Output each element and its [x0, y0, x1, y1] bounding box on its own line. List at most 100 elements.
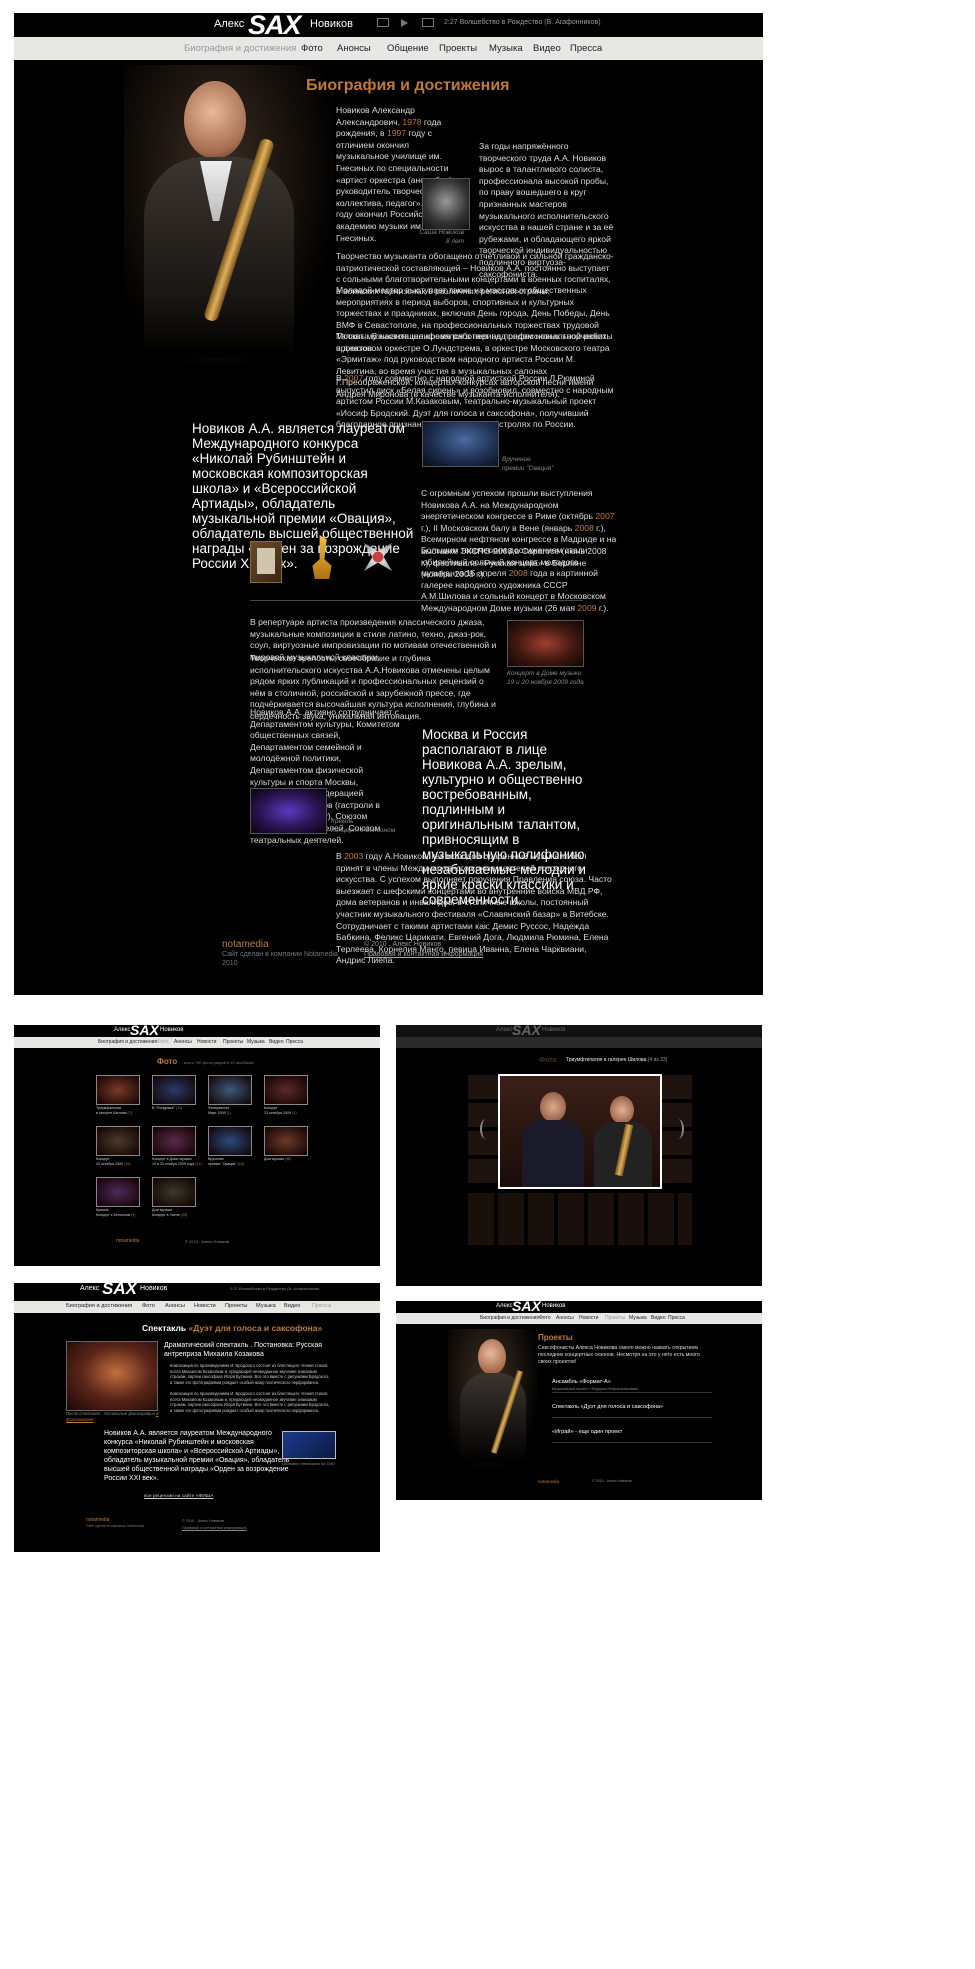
footer-legal-link[interactable]: Правовая и контактная информация [364, 951, 483, 958]
gallery-next-icon[interactable] [672, 1119, 684, 1139]
year-link[interactable]: 2007 [595, 511, 614, 521]
nav-music[interactable]: Музыка [247, 1039, 265, 1045]
album-thumbnail[interactable] [96, 1126, 140, 1156]
nav-photo[interactable]: Фото [157, 1039, 169, 1045]
nav-biography[interactable]: Биография и достижения [98, 1039, 157, 1045]
nav-press[interactable]: Пресса [286, 1039, 303, 1045]
text-part: г.), II Московском балу в Вене (январь [421, 522, 575, 533]
footer-notamedia[interactable]: notamedia [86, 1517, 109, 1523]
nav-biography[interactable]: Биография и достижения [184, 43, 296, 54]
project-link[interactable]: Ансамбль «Формат-А» [552, 1379, 611, 1385]
photo-albums-screenshot: Алекс SAX Новиков Биография и достижения… [14, 1025, 380, 1266]
nav-video[interactable]: Видео [269, 1039, 284, 1045]
album-thumbnail[interactable] [96, 1177, 140, 1207]
album-caption[interactable]: Концерт 23 октября 2009 (1) [264, 1106, 318, 1115]
kremlin-photo[interactable] [250, 788, 327, 834]
nav-announcements[interactable]: Анонсы [556, 1315, 574, 1321]
nav-press[interactable]: Пресса [668, 1315, 685, 1321]
nav-communication[interactable]: Общение [387, 43, 429, 54]
album-thumbnail[interactable] [264, 1075, 308, 1105]
spectacle-photo[interactable] [66, 1341, 158, 1411]
award-diploma-icon[interactable] [250, 541, 282, 583]
footer-copyright: © 2010 . Алекс Новиков [185, 1239, 230, 1244]
nav-photo[interactable]: Фото [539, 1315, 551, 1321]
nav-video[interactable]: Видео [651, 1315, 666, 1321]
reviews-link[interactable]: все рецензии на сайте АФИША [144, 1494, 213, 1499]
volume-icon[interactable] [377, 18, 389, 27]
year-link[interactable]: 2008 [575, 523, 594, 533]
album-thumbnail[interactable] [208, 1126, 252, 1156]
nav-press[interactable]: Пресса [312, 1303, 331, 1309]
project-link[interactable]: Спектакль «Дуэт для голоса и саксофона» [552, 1404, 663, 1410]
year-link[interactable]: 2003 [344, 851, 363, 861]
nav-video[interactable]: Видео [533, 43, 561, 54]
year-link[interactable]: 1978 [402, 117, 421, 127]
gallery-main-photo[interactable] [498, 1074, 662, 1189]
nav-music[interactable]: Музыка [256, 1303, 276, 1309]
logo-first: Алекс [496, 1027, 513, 1033]
next-icon[interactable] [422, 18, 434, 27]
nav-announcements[interactable]: Анонсы [165, 1303, 185, 1309]
album-count: (48) [285, 1157, 292, 1161]
text-part: году А.Новиков, как молодой одаренный му… [336, 851, 612, 966]
nav-biography[interactable]: Биография и достижения [480, 1315, 539, 1321]
nav-announcements[interactable]: Анонсы [174, 1039, 192, 1045]
ovation-caption: Вручение премии "Овация" [502, 455, 572, 473]
header-bar: Алекс SAX Новиков 2:27 Волшебство в Рожд… [14, 1283, 380, 1298]
album-caption[interactable]: Дом музыки Концерт в Гжеле (25) [152, 1208, 206, 1217]
ovation-photo[interactable] [422, 421, 499, 467]
album-caption[interactable]: В "Гнездовье" (11) [152, 1106, 206, 1111]
child-photo[interactable] [422, 178, 470, 230]
concert-photo[interactable] [507, 620, 584, 667]
album-count: (11) [176, 1106, 183, 1110]
project-link[interactable]: «Играй» - еще один проект [552, 1429, 622, 1435]
year-link[interactable]: 2009 [577, 603, 596, 613]
album-thumbnail[interactable] [208, 1075, 252, 1105]
album-thumbnail[interactable] [264, 1126, 308, 1156]
album-caption[interactable]: Кремль Концерт с Бенсоном (9) [96, 1208, 150, 1217]
album-caption[interactable]: Филармония Март 2009 (1) [208, 1106, 262, 1115]
album-caption[interactable]: Концерт в Доме музыки 19 и 20 ноября 200… [152, 1157, 206, 1166]
nav-announcements[interactable]: Анонсы [337, 43, 371, 54]
nav-biography[interactable]: Биография и достижения [66, 1303, 132, 1309]
nav-projects[interactable]: Проекты [439, 43, 477, 54]
notamedia-logo[interactable]: notamedia [222, 939, 269, 950]
album-caption[interactable]: Триумфальная в галерее Шилова (7) [96, 1106, 150, 1115]
footer-notamedia[interactable]: notamedia [538, 1479, 559, 1484]
nav-news[interactable]: Новости [579, 1315, 598, 1321]
play-icon[interactable] [401, 19, 408, 27]
nav-projects[interactable]: Проекты [223, 1039, 243, 1045]
nav-press[interactable]: Пресса [570, 43, 602, 54]
album-count: (21) [195, 1161, 202, 1166]
year-link[interactable]: 2007 [344, 373, 363, 383]
project-divider [552, 1392, 712, 1393]
album-thumbnail[interactable] [152, 1126, 196, 1156]
nav-projects[interactable]: Проекты [605, 1315, 625, 1321]
album-caption[interactable]: Дом музыки (48) [264, 1157, 318, 1162]
year-link[interactable]: 2008 [509, 568, 528, 578]
dvd-cover[interactable] [282, 1431, 336, 1459]
gallery-prev-icon[interactable] [480, 1119, 492, 1139]
footer-legal-link[interactable]: Правовая и контактная информация [182, 1526, 247, 1530]
album-thumbnail[interactable] [96, 1075, 140, 1105]
nav-news[interactable]: Новости [194, 1303, 216, 1309]
nav-photo[interactable]: Фото [301, 43, 323, 54]
album-sub: Концерт в Гжеле (25) [152, 1212, 188, 1217]
nav-news[interactable]: Новости [197, 1039, 216, 1045]
award-diploma-inner [257, 548, 275, 574]
album-caption[interactable]: Вручение премии "Овация" (15) [208, 1157, 262, 1166]
logo-last: Новиков [542, 1303, 566, 1309]
album-caption[interactable]: Концерт 20 октября 2009 (18) [96, 1157, 150, 1166]
mini-nav: Биография и достижения Фото Анонсы Новос… [396, 1313, 762, 1324]
nav-projects[interactable]: Проекты [225, 1303, 247, 1309]
nav-music[interactable]: Музыка [629, 1315, 647, 1321]
nav-music[interactable]: Музыка [489, 43, 523, 54]
album-thumbnail[interactable] [152, 1177, 196, 1207]
nav-video[interactable]: Видео [284, 1303, 300, 1309]
footer-notamedia[interactable]: notamedia [116, 1238, 139, 1244]
album-thumbnail[interactable] [152, 1075, 196, 1105]
portrait-head [478, 1339, 506, 1375]
nav-photo[interactable]: Фото [142, 1303, 155, 1309]
year-link[interactable]: 1997 [387, 128, 406, 138]
album-name: Дом музыки (48) [264, 1157, 292, 1161]
